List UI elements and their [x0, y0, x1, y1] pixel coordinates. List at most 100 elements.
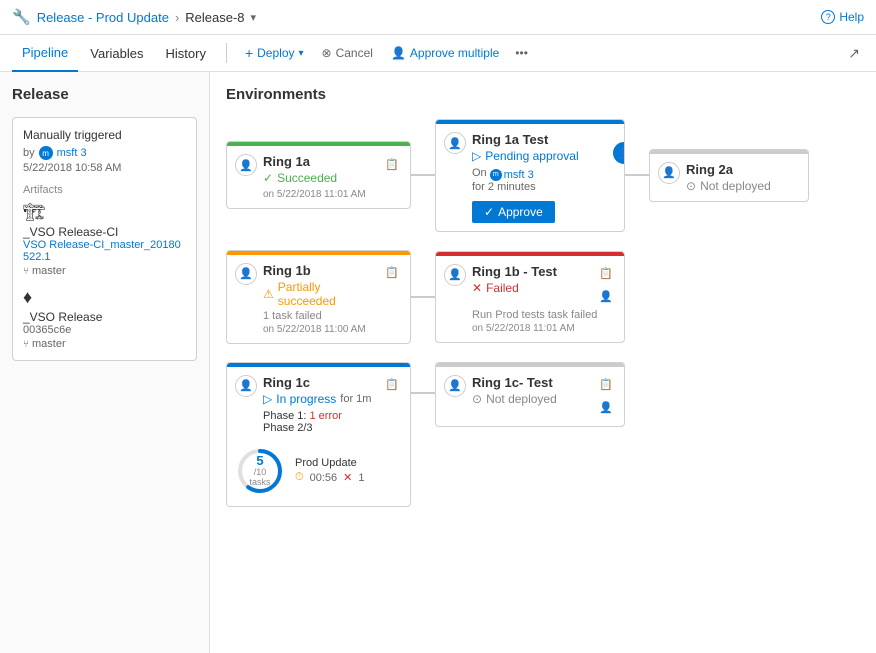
ring1b-test-extra: Run Prod tests task failed [444, 309, 616, 321]
ring1b-test-date: on 5/22/2018 11:01 AM [444, 323, 616, 334]
play2-icon: ▷ [263, 392, 272, 406]
ring1c-phase1-label: Phase 1: [263, 410, 306, 422]
expand-button[interactable]: ↗ [844, 41, 864, 66]
ring1c-test-status: Not deployed [486, 392, 557, 406]
release-card: Manually triggered by m msft 3 5/22/2018… [12, 117, 197, 361]
tab-pipeline[interactable]: Pipeline [12, 35, 78, 72]
x-icon: ✕ [472, 281, 482, 295]
ring1a-title: Ring 1a [263, 154, 376, 169]
ring1b-test-title: Ring 1b - Test [472, 264, 590, 279]
breadcrumb-part2[interactable]: Release-8 [185, 10, 244, 25]
ring1c-test-card: 👤 Ring 1c- Test ⊙ Not deployed 📋 👤 [435, 362, 625, 427]
artifact2: ♦ _VSO Release 00365c6e ⑂ master [23, 287, 186, 350]
main-layout: Release Manually triggered by m msft 3 5… [0, 72, 876, 653]
ring1a-test-user: msft 3 [504, 169, 534, 181]
ring1c-phase2: Phase 2/3 [263, 422, 402, 434]
ring2a-person-icon: 👤 [658, 162, 680, 184]
ring1b-test-person2-icon: 👤 [596, 287, 616, 307]
clock-icon: ⊙ [686, 179, 696, 193]
ring1c-title: Ring 1c [263, 375, 376, 390]
ring1b-card: 👤 Ring 1b ⚠ Partially succeeded 📋 1 task… [226, 250, 411, 344]
ring1a-deploy-icon: 📋 [382, 154, 402, 174]
ring1b-deploy-icon: 📋 [382, 263, 402, 283]
artifact1-branch: master [32, 265, 66, 277]
clock2-icon: ⏱ [295, 471, 304, 484]
ring1a-status: Succeeded [277, 171, 337, 185]
approve-button[interactable]: ✓ Approve [472, 201, 555, 223]
ring1b-test-deploy-icon: 📋 [596, 264, 616, 284]
ring1a-test-card: 👤 Ring 1a Test ▷ Pending approval On m m… [435, 119, 625, 232]
artifact2-name: _VSO Release [23, 310, 186, 324]
row-2: 👤 Ring 1b ⚠ Partially succeeded 📋 1 task… [226, 250, 860, 344]
row-3: 👤 Ring 1c ▷ In progress for 1m 📋 [226, 362, 860, 507]
ring1b-person-icon: 👤 [235, 263, 257, 285]
artifacts-label: Artifacts [23, 184, 186, 196]
deploy-button[interactable]: + Deploy ▾ [237, 41, 312, 65]
ring1c-test-person-icon: 👤 [444, 375, 466, 397]
ring1c-deploy-icon: 📋 [382, 375, 402, 395]
breadcrumb-part1[interactable]: Release - Prod Update [37, 10, 169, 25]
pipeline-layout: 👤 Ring 1a ✓ Succeeded 📋 on 5/22/2018 11:… [226, 119, 860, 507]
ring1b-test-card: 👤 Ring 1b - Test ✕ Failed 📋 👤 [435, 251, 625, 343]
ring1c-test-person2-icon: 👤 [596, 398, 616, 418]
sidebar: Release Manually triggered by m msft 3 5… [0, 72, 210, 653]
clock3-icon: ⊙ [472, 392, 482, 406]
plus-icon: + [245, 45, 253, 61]
help-icon: ? [821, 10, 835, 24]
ring1c-test-deploy-icon: 📋 [596, 375, 616, 395]
branch2-icon: ⑂ [23, 339, 29, 350]
tab-variables[interactable]: Variables [80, 35, 153, 72]
ring1c-person-icon: 👤 [235, 375, 257, 397]
ring1c-progress-label: tasks [249, 478, 270, 488]
ring1c-test-title: Ring 1c- Test [472, 375, 590, 390]
ring1c-status: In progress [276, 392, 336, 406]
ring2a-card: 👤 Ring 2a ⊙ Not deployed [649, 149, 809, 202]
by-text: by [23, 147, 35, 159]
check-approve-icon: ✓ [484, 205, 494, 219]
ring1b-title: Ring 1b [263, 263, 376, 278]
ring1c-phase1-error: 1 error [309, 410, 341, 422]
ring1a-date: on 5/22/2018 11:01 AM [235, 189, 402, 200]
check-icon: ✓ [263, 171, 273, 185]
ring2a-title: Ring 2a [686, 162, 800, 177]
cancel-button[interactable]: ⊗ Cancel [314, 42, 381, 64]
env-panel: Environments 👤 Ring 1a [210, 72, 876, 653]
help-link[interactable]: ? Help [821, 10, 864, 24]
toolbar: Pipeline Variables History + Deploy ▾ ⊗ … [0, 35, 876, 72]
ring1c-progress-num: 5 [249, 453, 270, 467]
artifact1-link[interactable]: VSO Release-CI_master_20180522.1 [23, 239, 186, 263]
trigger-date: 5/22/2018 10:58 AM [23, 162, 186, 174]
warning-icon: ⚠ [263, 287, 274, 301]
row-1: 👤 Ring 1a ✓ Succeeded 📋 on 5/22/2018 11:… [226, 119, 860, 232]
chevron-down-icon[interactable]: ▾ [251, 11, 257, 24]
ring1b-test-status: Failed [486, 281, 519, 295]
ring1c-time: 00:56 [310, 472, 338, 484]
ring1c-errors: 1 [358, 472, 364, 484]
ring1a-test-title: Ring 1a Test [472, 132, 616, 147]
x2-icon: ✕ [343, 471, 352, 484]
artifact2-id: 00365c6e [23, 324, 186, 336]
ring1a-card: 👤 Ring 1a ✓ Succeeded 📋 on 5/22/2018 11:… [226, 141, 411, 209]
deploy-chevron-icon: ▾ [299, 48, 304, 59]
ring1c-for: for 1m [340, 393, 371, 405]
ring1b-extra: 1 task failed [235, 310, 402, 322]
more-button[interactable]: ••• [509, 42, 534, 64]
tab-history[interactable]: History [156, 35, 216, 72]
approve-multiple-button[interactable]: 👤 Approve multiple [383, 42, 507, 64]
person-icon: 👤 [391, 46, 406, 60]
user-avatar: m [39, 146, 53, 160]
branch1-icon: ⑂ [23, 266, 29, 277]
ring1c-prod-update: Prod Update [295, 457, 402, 469]
artifact1: 🏗 _VSO Release-CI VSO Release-CI_master_… [23, 202, 186, 277]
ring1a-test-status: Pending approval [485, 149, 578, 163]
ring1a-person-icon: 👤 [235, 154, 257, 176]
logo-icon: 🔧 [12, 8, 31, 26]
ring1b-status: Partially succeeded [278, 280, 376, 308]
artifact2-branch: master [32, 338, 66, 350]
breadcrumb-sep: › [175, 10, 179, 25]
ring1b-date: on 5/22/2018 11:00 AM [235, 324, 402, 335]
cancel-icon: ⊗ [322, 46, 332, 60]
artifact1-name: _VSO Release-CI [23, 225, 186, 239]
user-name[interactable]: msft 3 [57, 147, 87, 159]
env-title: Environments [226, 86, 860, 103]
